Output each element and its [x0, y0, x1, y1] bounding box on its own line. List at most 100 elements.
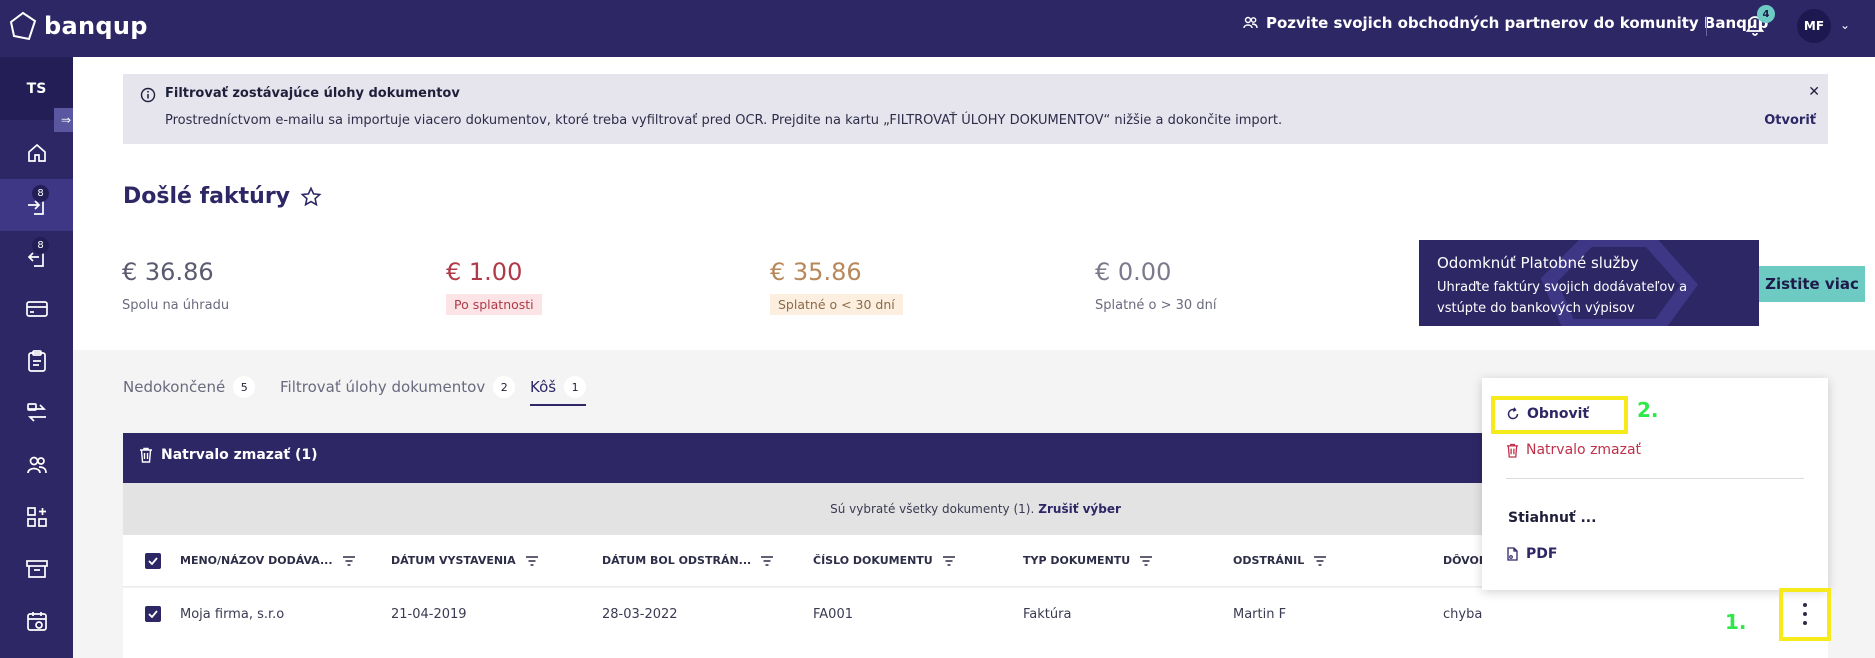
top-bar: banqup Pozvite svojich obchodných partne… — [0, 0, 1875, 57]
column-deleted-date[interactable]: DÁTUM BOL ODSTRÁN... — [602, 554, 774, 567]
select-all-checkbox[interactable] — [145, 553, 161, 569]
column-deleted-date-label: DÁTUM BOL ODSTRÁN... — [602, 554, 752, 567]
cell-deleted-date: 28-03-2022 — [602, 607, 678, 622]
tab-unfinished-label: Nedokončené — [123, 378, 226, 396]
clipboard-icon — [27, 350, 46, 372]
cell-reason: chyba — [1443, 607, 1483, 622]
cancel-selection-link[interactable]: Zrušiť výber — [1038, 502, 1121, 516]
column-deleted-by[interactable]: ODSTRÁNIL — [1233, 554, 1327, 567]
contacts-icon — [26, 456, 47, 474]
tab-filter-tasks[interactable]: Filtrovať úlohy dokumentov 2 — [280, 376, 516, 398]
filter-icon[interactable] — [1140, 555, 1153, 566]
column-document-number-label: ČÍSLO DOKUMENTU — [813, 554, 933, 567]
sidebar-item-contacts[interactable] — [0, 439, 73, 491]
sidebar-item-transfers[interactable] — [0, 387, 73, 439]
filter-icon[interactable] — [761, 555, 774, 566]
column-supplier-label: MENO/NÁZOV DODÁVA... — [180, 554, 333, 567]
calendar-refresh-icon — [26, 612, 47, 631]
transfer-icon — [26, 403, 46, 422]
sidebar-item-home[interactable] — [0, 127, 73, 179]
banner-title: Filtrovať zostávajúce úlohy dokumentov — [165, 86, 460, 101]
table-row-partial — [123, 640, 1828, 658]
learn-more-button[interactable]: Zistite viac — [1759, 266, 1865, 302]
apps-icon — [26, 507, 47, 527]
active-tab-indicator — [530, 404, 586, 406]
user-avatar[interactable]: MF — [1797, 9, 1831, 43]
menu-divider — [1506, 478, 1804, 479]
chevron-down-icon[interactable]: ⌄ — [1840, 18, 1850, 32]
pdf-label: PDF — [1526, 546, 1558, 562]
filter-icon[interactable] — [942, 555, 955, 566]
delete-permanently-bulk-label: Natrvalo zmazať (1) — [161, 447, 318, 463]
stat-overdue-value: € 1.00 — [446, 258, 523, 286]
info-banner: Filtrovať zostávajúce úlohy dokumentov P… — [123, 74, 1828, 144]
stat-total-label: Spolu na úhradu — [122, 298, 230, 313]
stat-due-soon-value: € 35.86 — [770, 258, 862, 286]
sidebar-item-schedule[interactable] — [0, 595, 73, 647]
logo-text: banqup — [44, 12, 148, 40]
cell-document-type: Faktúra — [1023, 607, 1072, 622]
sidebar-item-outgoing[interactable]: 8 — [0, 231, 73, 283]
sidebar-item-archive[interactable] — [0, 543, 73, 595]
tab-unfinished-count: 5 — [233, 376, 256, 398]
stat-due-soon: € 35.86 Splatné o < 30 dní — [770, 258, 903, 315]
archive-icon — [25, 560, 48, 578]
stat-total: € 36.86 Spolu na úhradu — [122, 258, 229, 313]
column-issue-date[interactable]: DÁTUM VYSTAVENIA — [391, 554, 538, 567]
outgoing-badge: 8 — [32, 237, 49, 254]
home-icon — [27, 143, 46, 162]
page-title-text: Došlé faktúry — [123, 184, 291, 209]
column-document-type[interactable]: TYP DOKUMENTU — [1023, 554, 1153, 567]
filter-icon[interactable] — [525, 555, 538, 566]
banner-open-link[interactable]: Otvoriť — [1764, 113, 1816, 128]
cell-document-number: FA001 — [813, 607, 853, 622]
invite-partners-link[interactable]: Pozvite svojich obchodných partnerov do … — [1243, 14, 1768, 32]
cell-supplier: Moja firma, s.r.o — [180, 607, 285, 622]
invite-text: Pozvite svojich obchodných partnerov do … — [1266, 14, 1769, 32]
banqup-logo[interactable]: banqup — [8, 10, 148, 42]
step-2-label: 2. — [1637, 398, 1659, 422]
tab-unfinished[interactable]: Nedokončené 5 — [123, 376, 256, 398]
pdf-file-icon — [1507, 547, 1518, 561]
filter-icon[interactable] — [342, 555, 355, 566]
topbar-divider — [1706, 16, 1707, 36]
cell-issue-date: 21-04-2019 — [391, 607, 467, 622]
sidebar-item-incoming[interactable]: 8 — [0, 179, 73, 231]
column-supplier[interactable]: MENO/NÁZOV DODÁVA... — [180, 554, 355, 567]
step-1-label: 1. — [1725, 610, 1747, 634]
kebab-highlight-box — [1779, 588, 1831, 641]
stat-overdue: € 1.00 Po splatnosti — [446, 258, 542, 315]
stat-due-later-label: Splatné o > 30 dní — [1095, 298, 1217, 313]
filter-icon[interactable] — [1314, 555, 1327, 566]
logo-icon — [9, 11, 37, 41]
page-title: Došlé faktúry — [123, 184, 322, 209]
credit-card-icon — [25, 301, 48, 317]
table-row[interactable]: Moja firma, s.r.o 21-04-2019 28-03-2022 … — [123, 588, 1828, 640]
column-document-number[interactable]: ČÍSLO DOKUMENTU — [813, 554, 955, 567]
stat-due-soon-label: Splatné o < 30 dní — [770, 294, 903, 315]
delete-permanently-bulk-button[interactable]: Natrvalo zmazať (1) — [139, 447, 318, 463]
check-icon — [148, 610, 158, 618]
incoming-badge: 8 — [32, 185, 49, 202]
download-pdf-menu-item[interactable]: PDF — [1506, 546, 1557, 562]
promo-title: Odomknúť Platobné služby — [1437, 254, 1639, 272]
tab-filter-tasks-count: 2 — [493, 376, 516, 398]
sidebar: TS ⇒ 8 8 — [0, 57, 78, 658]
column-document-type-label: TYP DOKUMENTU — [1023, 554, 1131, 567]
row-checkbox[interactable] — [145, 606, 161, 622]
tab-trash[interactable]: Kôš 1 — [530, 376, 587, 398]
delete-permanently-menu-item[interactable]: Natrvalo zmazať — [1506, 442, 1641, 458]
star-icon[interactable] — [300, 185, 322, 208]
trash-icon — [1506, 443, 1519, 458]
sidebar-item-apps[interactable] — [0, 491, 73, 543]
stat-due-later: € 0.00 Splatné o > 30 dní — [1095, 258, 1216, 313]
sidebar-item-payments[interactable] — [0, 283, 73, 335]
tab-trash-count: 1 — [564, 376, 587, 398]
check-icon — [148, 557, 158, 565]
cell-deleted-by: Martin F — [1233, 607, 1287, 622]
sidebar-item-tasks[interactable] — [0, 335, 73, 387]
notifications-badge: 4 — [1757, 5, 1775, 23]
column-issue-date-label: DÁTUM VYSTAVENIA — [391, 554, 516, 567]
close-icon[interactable]: ✕ — [1808, 84, 1820, 100]
promo-text: Uhraďte faktúry svojich dodávateľov a vs… — [1437, 280, 1688, 316]
